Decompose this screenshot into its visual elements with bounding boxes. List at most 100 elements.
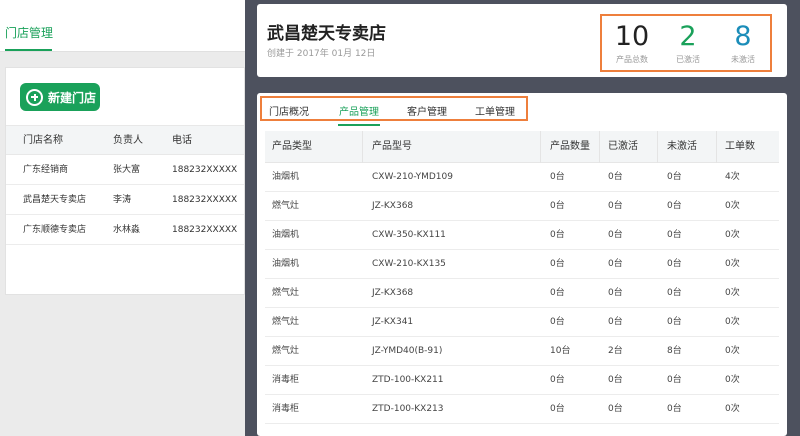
product-work-orders: 0次 (725, 288, 740, 298)
product-model: CXW-210-KX135 (372, 259, 446, 269)
column-header: 未激活 (667, 141, 697, 152)
product-table-header: 产品类型 产品型号 产品数量 已激活 未激活 工单数 (265, 131, 779, 163)
product-type: 燃气灶 (272, 346, 300, 356)
product-quantity: 0台 (550, 230, 565, 240)
product-work-orders: 0次 (725, 346, 740, 356)
column-divider (362, 131, 363, 163)
new-store-button[interactable]: 新建门店 (20, 83, 100, 111)
product-quantity: 0台 (550, 375, 565, 385)
tab-store-overview[interactable]: 门店概况 (269, 103, 309, 118)
column-header: 工单数 (725, 141, 755, 152)
store-row[interactable]: 广东顺德专卖店 水林淼 188232XXXXX (6, 215, 244, 245)
product-work-orders: 0次 (725, 375, 740, 385)
tab-active-indicator (338, 124, 380, 126)
stat-activated: 2 已激活 (660, 16, 716, 66)
product-quantity: 0台 (550, 404, 565, 414)
tab-active-indicator (5, 49, 52, 51)
stats-group: 10 产品总数 2 已激活 8 未激活 (600, 14, 772, 72)
store-phone: 188232XXXXX (172, 225, 238, 235)
product-model: JZ-YMD40(B-91) (372, 346, 443, 356)
product-quantity: 0台 (550, 288, 565, 298)
product-model: CXW-350-KX111 (372, 230, 446, 240)
product-row[interactable]: 油烟机 CXW-210-YMD109 0台 0台 0台 4次 (265, 163, 779, 192)
product-row[interactable]: 消毒柜 ZTD-100-KX211 0台 0台 0台 0次 (265, 366, 779, 395)
product-row[interactable]: 油烟机 CXW-350-KX111 0台 0台 0台 0次 (265, 221, 779, 250)
product-type: 油烟机 (272, 230, 300, 240)
product-type: 消毒柜 (272, 375, 300, 385)
column-divider (540, 131, 541, 163)
column-header: 门店名称 (23, 135, 63, 146)
product-not-activated: 0台 (667, 259, 682, 269)
product-not-activated: 0台 (667, 317, 682, 327)
store-manager: 李涛 (113, 195, 132, 205)
tab-store-management[interactable]: 门店管理 (5, 24, 53, 41)
product-row[interactable]: 燃气灶 JZ-KX341 0台 0台 0台 0次 (265, 308, 779, 337)
stat-value: 8 (734, 21, 752, 52)
product-work-orders: 0次 (725, 230, 740, 240)
product-not-activated: 8台 (667, 346, 682, 356)
store-detail-card: 门店概况 产品管理 客户管理 工单管理 产品类型 产品型号 产品数量 已激活 未… (257, 93, 787, 436)
column-divider (599, 131, 600, 163)
left-panel: 门店管理 新建门店 门店名称 负责人 电话 广东经销商 张大富 188232XX… (0, 0, 245, 436)
tab-work-order-management[interactable]: 工单管理 (475, 103, 515, 118)
store-name: 广东顺德专卖店 (23, 225, 87, 235)
stat-total-products: 10 产品总数 (604, 16, 660, 66)
column-header: 产品型号 (372, 141, 412, 152)
right-panel: 武昌楚天专卖店 创建于 2017年 01月 12日 10 产品总数 2 已激活 … (245, 0, 800, 436)
stat-label: 未激活 (731, 55, 755, 64)
product-quantity: 0台 (550, 317, 565, 327)
product-model: ZTD-100-KX213 (372, 404, 444, 414)
product-not-activated: 0台 (667, 172, 682, 182)
product-type: 油烟机 (272, 172, 300, 182)
stat-label: 已激活 (676, 55, 700, 64)
product-row[interactable]: 消毒柜 ZTD-100-KX213 0台 0台 0台 0次 (265, 395, 779, 424)
product-row[interactable]: 燃气灶 JZ-KX368 0台 0台 0台 0次 (265, 279, 779, 308)
product-row[interactable]: 燃气灶 JZ-KX368 0台 0台 0台 0次 (265, 192, 779, 221)
column-divider (716, 131, 717, 163)
new-store-button-label: 新建门店 (48, 90, 97, 105)
store-manager: 张大富 (113, 165, 141, 175)
store-phone: 188232XXXXX (172, 165, 238, 175)
stat-label: 产品总数 (616, 55, 648, 64)
store-name: 广东经销商 (23, 165, 69, 175)
stat-not-activated: 8 未激活 (715, 16, 771, 66)
product-row[interactable]: 燃气灶 JZ-YMD40(B-91) 10台 2台 8台 0次 (265, 337, 779, 366)
product-quantity: 0台 (550, 201, 565, 211)
column-header: 产品类型 (272, 141, 312, 152)
plus-circle-icon (26, 88, 43, 106)
product-not-activated: 0台 (667, 288, 682, 298)
product-not-activated: 0台 (667, 404, 682, 414)
product-model: JZ-KX368 (372, 288, 414, 298)
product-work-orders: 4次 (725, 172, 740, 182)
product-type: 燃气灶 (272, 201, 300, 211)
product-type: 消毒柜 (272, 404, 300, 414)
product-row[interactable]: 油烟机 CXW-210-KX135 0台 0台 0台 0次 (265, 250, 779, 279)
tab-customer-management[interactable]: 客户管理 (407, 103, 447, 118)
product-type: 油烟机 (272, 259, 300, 269)
store-table-header: 门店名称 负责人 电话 (6, 125, 244, 155)
store-title: 武昌楚天专卖店 (267, 24, 386, 44)
product-work-orders: 0次 (725, 404, 740, 414)
store-name: 武昌楚天专卖店 (23, 195, 87, 205)
product-activated: 0台 (608, 404, 623, 414)
product-activated: 0台 (608, 172, 623, 182)
product-type: 燃气灶 (272, 288, 300, 298)
column-divider (657, 131, 658, 163)
store-list-card: 新建门店 门店名称 负责人 电话 广东经销商 张大富 188232XXXXX 武… (5, 67, 245, 295)
product-activated: 0台 (608, 288, 623, 298)
product-activated: 0台 (608, 317, 623, 327)
product-activated: 0台 (608, 201, 623, 211)
product-work-orders: 0次 (725, 259, 740, 269)
product-not-activated: 0台 (667, 230, 682, 240)
stat-value: 2 (679, 21, 697, 52)
left-header: 门店管理 (0, 0, 245, 52)
tab-product-management[interactable]: 产品管理 (339, 103, 379, 118)
product-work-orders: 0次 (725, 317, 740, 327)
product-quantity: 0台 (550, 259, 565, 269)
store-row[interactable]: 武昌楚天专卖店 李涛 188232XXXXX (6, 185, 244, 215)
store-summary-card: 武昌楚天专卖店 创建于 2017年 01月 12日 10 产品总数 2 已激活 … (257, 4, 787, 77)
detail-tabs: 门店概况 产品管理 客户管理 工单管理 (260, 96, 528, 126)
store-row[interactable]: 广东经销商 张大富 188232XXXXX (6, 155, 244, 185)
store-created-date: 创建于 2017年 01月 12日 (267, 49, 376, 59)
product-quantity: 0台 (550, 172, 565, 182)
